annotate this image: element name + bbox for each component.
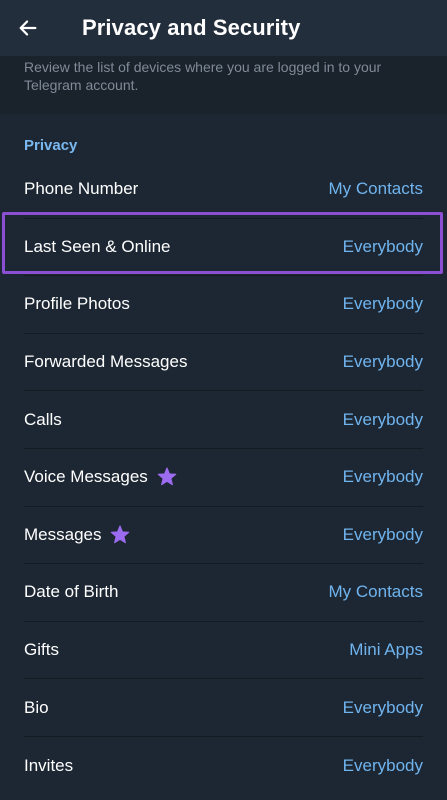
- row-value: Everybody: [342, 236, 423, 256]
- row-value: Everybody: [342, 697, 423, 717]
- row-label: Bio: [24, 697, 49, 717]
- row-value: Everybody: [342, 409, 423, 429]
- privacy-row-bio[interactable]: Bio Everybody: [24, 679, 423, 737]
- privacy-section-title: Privacy: [24, 137, 78, 154]
- premium-star-icon: [109, 524, 131, 546]
- row-value: My Contacts: [328, 179, 423, 199]
- row-value: Everybody: [342, 524, 423, 544]
- row-value: Everybody: [342, 755, 423, 775]
- privacy-row-forwarded-messages[interactable]: Forwarded Messages Everybody: [24, 334, 423, 392]
- row-label: Messages: [24, 524, 102, 544]
- privacy-row-phone-number[interactable]: Phone Number My Contacts: [24, 161, 423, 219]
- row-label: Invites: [24, 755, 74, 775]
- row-label: Last Seen & Online: [24, 236, 171, 256]
- privacy-row-messages[interactable]: Messages Everybody: [24, 507, 423, 565]
- row-label: Gifts: [24, 640, 59, 660]
- back-button[interactable]: [0, 0, 56, 56]
- row-label: Forwarded Messages: [24, 352, 188, 372]
- row-value: Everybody: [342, 467, 423, 487]
- row-label: Voice Messages: [24, 467, 148, 487]
- privacy-row-calls[interactable]: Calls Everybody: [24, 391, 423, 449]
- privacy-row-gifts[interactable]: Gifts Mini Apps: [24, 622, 423, 680]
- privacy-row-date-of-birth[interactable]: Date of Birth My Contacts: [24, 564, 423, 622]
- arrow-left-icon: [19, 20, 37, 36]
- row-label: Profile Photos: [24, 294, 130, 314]
- row-label: Calls: [24, 409, 62, 429]
- row-value: Everybody: [342, 352, 423, 372]
- premium-star-icon: [156, 466, 178, 488]
- row-label: Phone Number: [24, 179, 139, 199]
- privacy-row-profile-photos[interactable]: Profile Photos Everybody: [24, 276, 423, 334]
- privacy-row-voice-messages[interactable]: Voice Messages Everybody: [24, 449, 423, 507]
- row-label: Date of Birth: [24, 582, 119, 602]
- row-value: My Contacts: [328, 582, 423, 602]
- top-app-bar: Privacy and Security: [0, 0, 447, 56]
- privacy-row-last-seen-online[interactable]: Last Seen & Online Everybody: [24, 219, 423, 277]
- privacy-row-invites[interactable]: Invites Everybody: [24, 737, 423, 795]
- row-value: Everybody: [342, 294, 423, 314]
- row-value: Mini Apps: [349, 640, 423, 660]
- page-title: Privacy and Security: [82, 15, 301, 40]
- devices-info-text: Review the list of devices where you are…: [0, 56, 447, 114]
- privacy-section: Privacy Phone Number My Contacts Last Se…: [0, 114, 447, 800]
